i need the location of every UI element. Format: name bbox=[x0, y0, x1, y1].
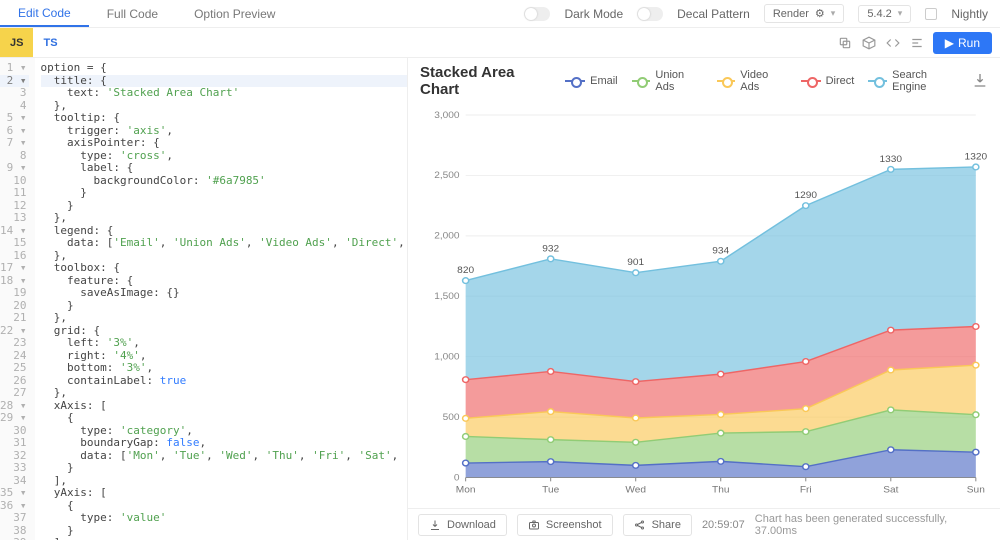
svg-text:934: 934 bbox=[712, 246, 729, 257]
tab-full-code[interactable]: Full Code bbox=[89, 0, 176, 27]
dark-mode-label: Dark Mode bbox=[564, 7, 623, 21]
svg-text:3,000: 3,000 bbox=[434, 110, 460, 121]
editor-gutter: 1 ▾ 2 ▾ 3 4 5 ▾ 6 ▾ 7 ▾ 8 9 ▾ 10 11 12 1… bbox=[0, 58, 35, 540]
decal-toggle[interactable] bbox=[637, 7, 663, 21]
chart-canvas[interactable]: 0 500 1,000 1,500 2,000 2,500 3,000 Mon Tue Wed Th… bbox=[420, 98, 988, 504]
render-dropdown[interactable]: Render ⚙ ▾ bbox=[764, 4, 844, 23]
status-time: 20:59:07 bbox=[702, 519, 745, 531]
svg-text:901: 901 bbox=[627, 257, 644, 268]
version-dropdown[interactable]: 5.4.2 ▾ bbox=[858, 5, 911, 23]
svg-text:Sat: Sat bbox=[883, 485, 898, 496]
svg-text:820: 820 bbox=[457, 265, 474, 276]
share-label: Share bbox=[652, 519, 681, 531]
lang-tab-ts[interactable]: TS bbox=[33, 28, 67, 57]
legend-label: Search Engine bbox=[892, 69, 960, 93]
svg-text:1,000: 1,000 bbox=[434, 352, 460, 363]
top-tabs: Edit Code Full Code Option Preview Dark … bbox=[0, 0, 1000, 28]
legend-symbol bbox=[632, 76, 651, 86]
svg-text:Sun: Sun bbox=[967, 485, 985, 496]
svg-text:1330: 1330 bbox=[880, 154, 903, 165]
svg-text:2,500: 2,500 bbox=[434, 171, 460, 182]
dark-mode-toggle[interactable] bbox=[524, 7, 550, 21]
download-label: Download bbox=[447, 519, 496, 531]
version-label: 5.4.2 bbox=[867, 8, 891, 20]
legend-label: Email bbox=[590, 75, 618, 87]
render-label: Render bbox=[773, 8, 809, 20]
legend-label: Union Ads bbox=[655, 69, 702, 93]
gear-icon: ⚙ bbox=[815, 7, 825, 20]
legend-item-email[interactable]: Email bbox=[565, 75, 618, 87]
svg-text:1290: 1290 bbox=[795, 190, 818, 201]
chart-header: Stacked Area Chart Email Union Ads Video A… bbox=[420, 64, 988, 98]
tab-option-preview[interactable]: Option Preview bbox=[176, 0, 293, 27]
preview-panel: Stacked Area Chart Email Union Ads Video A… bbox=[408, 58, 1000, 540]
decal-label: Decal Pattern bbox=[677, 7, 750, 21]
nightly-checkbox[interactable] bbox=[925, 8, 937, 20]
run-label: Run bbox=[958, 36, 980, 50]
cube-icon[interactable] bbox=[857, 31, 881, 55]
screenshot-label: Screenshot bbox=[546, 519, 602, 531]
download-button[interactable]: Download bbox=[418, 514, 507, 536]
editor-subbar: JS TS ▶ Run bbox=[0, 28, 1000, 58]
legend-symbol bbox=[717, 76, 736, 86]
legend-symbol bbox=[565, 76, 585, 86]
run-button[interactable]: ▶ Run bbox=[933, 32, 992, 54]
lang-tab-js[interactable]: JS bbox=[0, 28, 33, 57]
svg-text:1,500: 1,500 bbox=[434, 291, 460, 302]
format-icon[interactable] bbox=[905, 31, 929, 55]
svg-text:Mon: Mon bbox=[456, 485, 476, 496]
main-split: 1 ▾ 2 ▾ 3 4 5 ▾ 6 ▾ 7 ▾ 8 9 ▾ 10 11 12 1… bbox=[0, 58, 1000, 540]
copy-icon[interactable] bbox=[833, 31, 857, 55]
svg-text:2,000: 2,000 bbox=[434, 231, 460, 242]
svg-text:Wed: Wed bbox=[625, 485, 646, 496]
download-icon[interactable] bbox=[972, 72, 988, 91]
legend-label: Direct bbox=[826, 75, 855, 87]
svg-text:Tue: Tue bbox=[542, 485, 559, 496]
legend-item-video-ads[interactable]: Video Ads bbox=[717, 69, 787, 93]
chevron-down-icon: ▾ bbox=[898, 8, 903, 19]
legend-symbol bbox=[801, 76, 821, 86]
code-icon[interactable] bbox=[881, 31, 905, 55]
chart-legend: Email Union Ads Video Ads Direct Search Engi… bbox=[565, 69, 960, 93]
svg-text:0: 0 bbox=[454, 473, 460, 484]
preview-footer: Download Screenshot Share 20:59:07 Chart… bbox=[408, 508, 1000, 540]
tab-edit-code[interactable]: Edit Code bbox=[0, 0, 89, 27]
app-root: Edit Code Full Code Option Preview Dark … bbox=[0, 0, 1000, 540]
legend-item-direct[interactable]: Direct bbox=[801, 75, 855, 87]
legend-label: Video Ads bbox=[740, 69, 786, 93]
legend-item-union-ads[interactable]: Union Ads bbox=[632, 69, 703, 93]
nightly-label: Nightly bbox=[951, 7, 988, 21]
code-editor[interactable]: 1 ▾ 2 ▾ 3 4 5 ▾ 6 ▾ 7 ▾ 8 9 ▾ 10 11 12 1… bbox=[0, 58, 408, 540]
svg-text:1320: 1320 bbox=[965, 152, 988, 163]
top-right-controls: Dark Mode Decal Pattern Render ⚙ ▾ 5.4.2… bbox=[512, 0, 1000, 27]
svg-text:500: 500 bbox=[443, 412, 460, 423]
svg-text:932: 932 bbox=[542, 244, 559, 255]
svg-text:Thu: Thu bbox=[712, 485, 729, 496]
legend-symbol bbox=[868, 76, 887, 86]
screenshot-button[interactable]: Screenshot bbox=[517, 514, 613, 536]
svg-text:Fri: Fri bbox=[800, 485, 812, 496]
status-message: Chart has been generated successfully, 3… bbox=[755, 513, 990, 537]
chart-wrap: Stacked Area Chart Email Union Ads Video A… bbox=[408, 58, 1000, 508]
chevron-down-icon: ▾ bbox=[831, 8, 836, 19]
legend-item-search-engine[interactable]: Search Engine bbox=[868, 69, 960, 93]
chart-title: Stacked Area Chart bbox=[420, 64, 553, 98]
share-button[interactable]: Share bbox=[623, 514, 692, 536]
editor-code[interactable]: option = { title: { text: 'Stacked Area … bbox=[35, 58, 409, 540]
play-icon: ▶ bbox=[945, 36, 954, 50]
